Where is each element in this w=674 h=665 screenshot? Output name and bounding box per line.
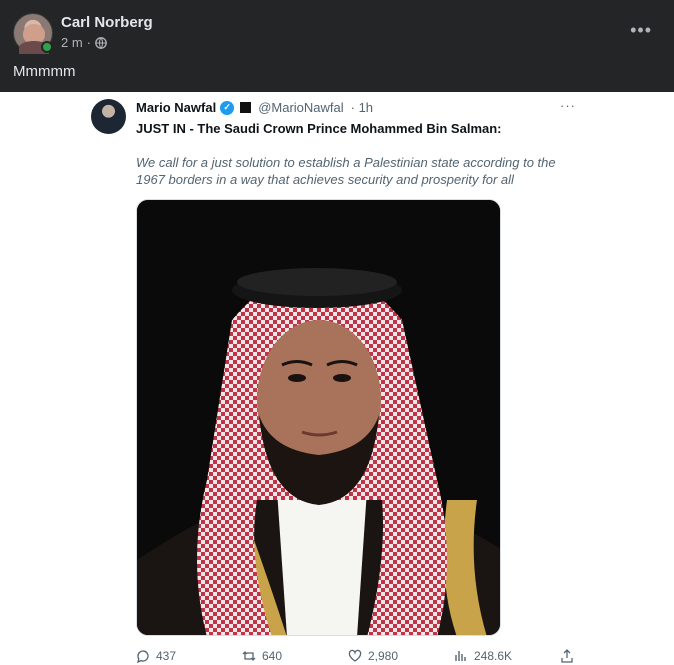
tweet-photo: [136, 199, 501, 636]
post-text: Mmmmm: [13, 63, 76, 80]
tweet-time: · 1h: [350, 100, 374, 115]
repost-action: 640: [242, 649, 282, 663]
globe-icon: [95, 36, 107, 49]
repost-icon: [242, 651, 256, 661]
tweet-actions: 437 640 2,980 248.6K: [136, 647, 576, 665]
views-icon: [455, 651, 466, 661]
views-count: 248.6K: [474, 649, 513, 663]
like-icon: [348, 649, 362, 662]
post-meta: 2 m ·: [61, 35, 107, 50]
post-header: Carl Norberg 2 m · ••• Mmmmm: [0, 0, 674, 92]
tweet-avatar: [91, 99, 126, 134]
post-time[interactable]: 2 m: [61, 35, 83, 50]
online-status-dot: [41, 41, 53, 53]
meta-separator: ·: [86, 35, 92, 50]
tweet-quote: We call for a just solution to establish…: [136, 155, 556, 187]
like-action: 2,980: [348, 649, 398, 663]
shared-tweet-image[interactable]: Mario Nawfal ✓ @MarioNawfal · 1h ··· JUS…: [0, 92, 674, 665]
tweet-more-icon: ···: [560, 98, 576, 113]
more-icon[interactable]: •••: [630, 21, 652, 39]
tweet-handle: @MarioNawfal: [258, 100, 344, 115]
tweet-headline: JUST IN - The Saudi Crown Prince Mohamme…: [136, 121, 502, 136]
share-action: [560, 649, 574, 663]
like-count: 2,980: [368, 649, 399, 663]
repost-count: 640: [262, 649, 283, 663]
reply-action: 437: [136, 649, 176, 663]
views-action: 248.6K: [454, 649, 512, 663]
verified-icon: ✓: [220, 100, 235, 115]
reply-count: 437: [156, 649, 177, 663]
author-name[interactable]: Carl Norberg: [61, 14, 153, 31]
tweet-author-line: Mario Nawfal ✓ @MarioNawfal · 1h: [136, 100, 373, 115]
portrait-illustration: [137, 200, 500, 635]
tweet-author-name: Mario Nawfal: [136, 100, 217, 115]
share-icon: [561, 649, 573, 663]
reply-icon: [137, 650, 149, 663]
affiliation-icon: [240, 102, 252, 113]
